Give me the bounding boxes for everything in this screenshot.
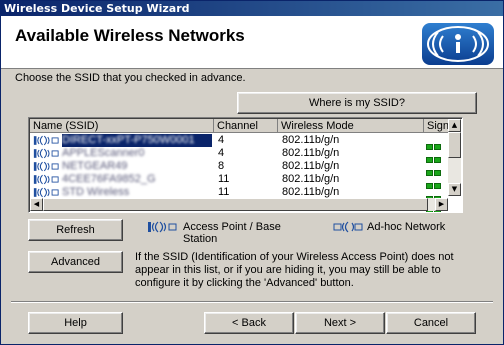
signal-strength-indicator: [426, 137, 449, 163]
adhoc-network-icon: [333, 221, 363, 233]
network-list[interactable]: Name (SSID) Channel Wireless Mode Signal…: [28, 117, 463, 213]
header-panel: Available Wireless Networks: [1, 16, 503, 69]
ssid-text: 4CEE76FA9852_G: [62, 173, 156, 185]
title-bar: Wireless Device Setup Wizard: [1, 1, 503, 16]
back-button[interactable]: < Back: [204, 312, 294, 334]
wireless-mode-cell: 802.11b/g/n: [282, 160, 340, 172]
access-point-icon: [33, 148, 59, 159]
column-header-ssid[interactable]: Name (SSID): [30, 119, 214, 133]
scroll-down-button[interactable]: ▼: [448, 183, 461, 196]
next-button[interactable]: Next >: [295, 312, 385, 334]
vertical-scroll-thumb[interactable]: [448, 132, 461, 158]
column-header-signal[interactable]: Signal: [424, 119, 450, 133]
ssid-cell: APPLEScanner0: [62, 147, 212, 160]
ssid-text: NETGEAR49: [62, 160, 128, 172]
scroll-left-button[interactable]: ◀: [30, 198, 43, 211]
column-header-wireless-mode[interactable]: Wireless Mode: [278, 119, 424, 133]
scroll-right-button[interactable]: ▶: [435, 198, 448, 211]
channel-cell: 11: [218, 173, 230, 185]
channel-cell: 4: [218, 147, 225, 159]
ssid-text: STD Wireless: [62, 186, 130, 198]
ssid-cell: NETGEAR49: [62, 160, 212, 173]
horizontal-scroll-thumb[interactable]: [43, 198, 428, 211]
advanced-button[interactable]: Advanced: [28, 251, 123, 273]
access-point-icon: [33, 174, 59, 185]
help-button[interactable]: Help: [28, 312, 123, 334]
vertical-scrollbar[interactable]: ▲ ▼: [448, 119, 461, 196]
channel-cell: 4: [218, 134, 225, 146]
table-row[interactable]: 4CEE76FA9852_G 11 802.11b/g/n: [30, 173, 449, 202]
access-point-icon: [33, 135, 59, 146]
table-row[interactable]: DIRECT-xxPT-P750W0001 4 802.11b/g/n: [30, 134, 449, 163]
column-header-channel[interactable]: Channel: [214, 119, 278, 133]
horizontal-scrollbar[interactable]: ◀ ▶: [30, 198, 448, 211]
legend-adhoc-label: Ad-hoc Network: [367, 221, 446, 233]
cancel-button[interactable]: Cancel: [386, 312, 476, 334]
access-point-icon: [33, 161, 59, 172]
signal-strength-indicator: [426, 150, 449, 176]
ssid-text: APPLEScanner0: [62, 147, 145, 159]
signal-strength-indicator: [426, 163, 449, 189]
wireless-mode-cell: 802.11b/g/n: [282, 147, 340, 159]
page-title: Available Wireless Networks: [15, 26, 245, 45]
where-is-my-ssid-button[interactable]: Where is my SSID?: [237, 92, 477, 114]
legend-access-point-label-2: Station: [183, 233, 218, 245]
channel-cell: 8: [218, 160, 225, 172]
wizard-window: Wireless Device Setup Wizard Available W…: [0, 0, 504, 345]
advanced-note-text: If the SSID (Identification of your Wire…: [135, 251, 454, 289]
access-point-icon: [33, 187, 59, 198]
table-row[interactable]: APPLEScanner0 4 802.11b/g/n: [30, 147, 449, 176]
ssid-text: DIRECT-xxPT-P750W0001: [62, 134, 195, 146]
ssid-cell: 4CEE76FA9852_G: [62, 173, 212, 186]
instruction-text: Choose the SSID that you checked in adva…: [15, 72, 246, 84]
refresh-button[interactable]: Refresh: [28, 219, 123, 241]
ssid-cell: DIRECT-xxPT-P750W0001: [62, 134, 212, 147]
access-point-icon: [148, 221, 177, 233]
footer-separator: [11, 301, 493, 303]
wireless-logo-icon: [422, 23, 494, 65]
scroll-up-button[interactable]: ▲: [448, 119, 461, 132]
signal-strength-indicator: [426, 189, 449, 212]
table-row[interactable]: NETGEAR49 8 802.11b/g/n: [30, 160, 449, 189]
signal-strength-indicator: [426, 176, 449, 202]
wireless-mode-cell: 802.11b/g/n: [282, 134, 340, 146]
wireless-mode-cell: 802.11b/g/n: [282, 173, 340, 185]
